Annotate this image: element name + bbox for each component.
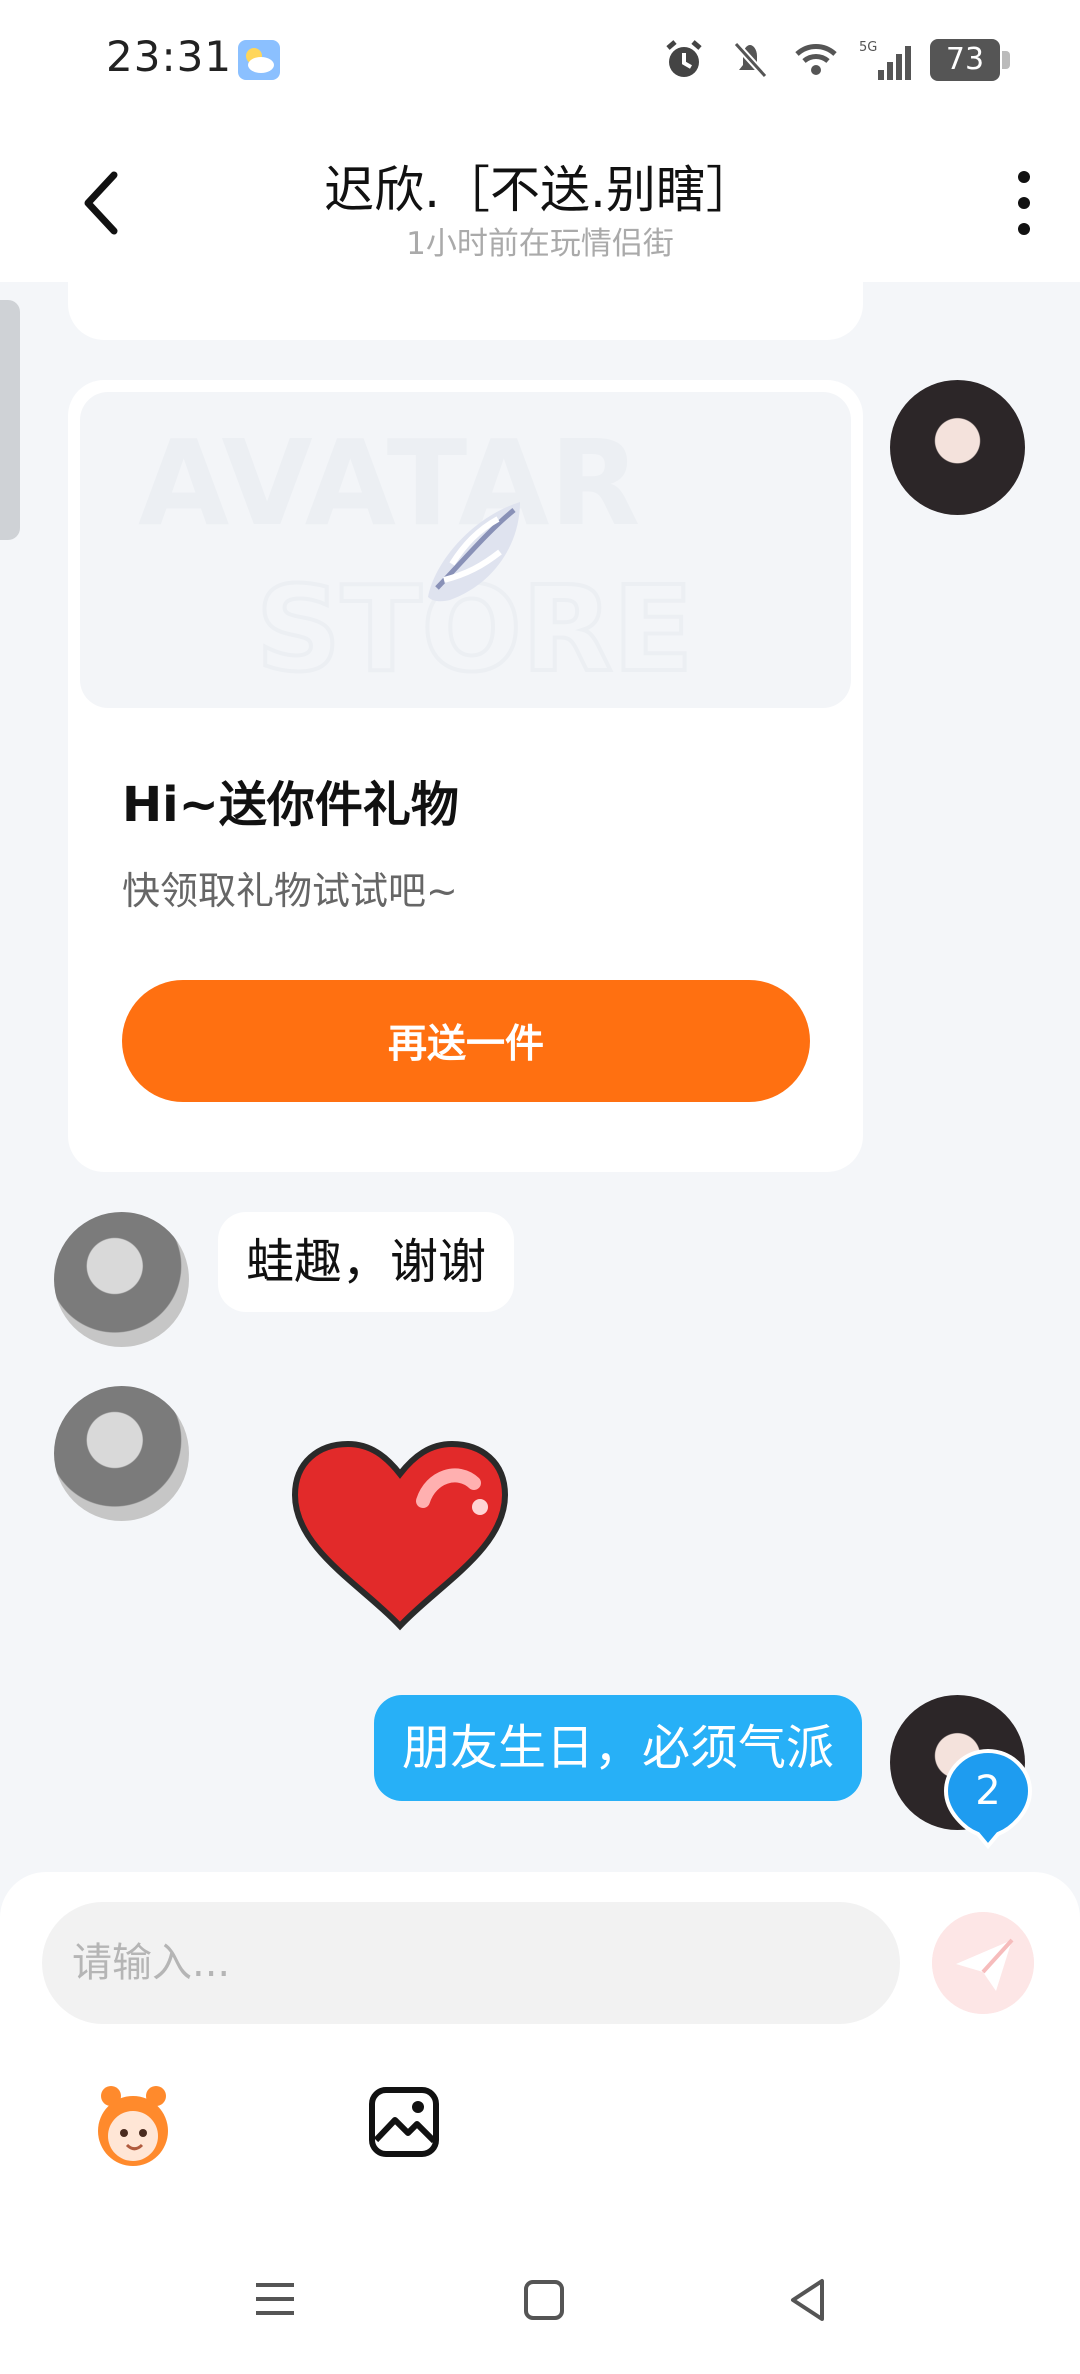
- other-user-avatar[interactable]: [54, 1212, 189, 1347]
- back-icon[interactable]: [786, 2276, 830, 2324]
- send-icon[interactable]: [932, 1912, 1034, 2014]
- image-icon[interactable]: [366, 2084, 442, 2160]
- wifi-icon: [795, 44, 837, 75]
- mute-icon: [733, 41, 768, 79]
- other-user-avatar[interactable]: [54, 1386, 189, 1521]
- send-another-gift-button[interactable]: 再送一件: [122, 980, 810, 1102]
- battery-tip: [1002, 51, 1010, 69]
- signal-icon: 5G: [859, 40, 911, 80]
- gift-banner: AVATAR STORE: [80, 392, 851, 708]
- previous-message-card: [68, 282, 863, 340]
- unread-count: 2: [975, 1768, 1001, 1814]
- more-vertical-icon[interactable]: [1004, 165, 1044, 241]
- alarm-icon: [666, 40, 702, 77]
- status-bar: 23:31 5G 73: [0, 0, 1080, 120]
- menu-icon[interactable]: [252, 2276, 298, 2322]
- status-time: 23:31: [106, 32, 233, 81]
- svg-text:AVATAR: AVATAR: [138, 414, 640, 552]
- received-message-bubble[interactable]: 蛙趣，谢谢: [218, 1212, 515, 1312]
- weather-icon: [238, 40, 280, 80]
- home-icon[interactable]: [522, 2278, 566, 2322]
- battery-icon: 73: [930, 39, 1010, 81]
- my-avatar[interactable]: [890, 380, 1025, 515]
- heart-sticker[interactable]: [282, 1438, 518, 1640]
- mascot-icon[interactable]: [84, 2078, 182, 2174]
- scrollbar[interactable]: [0, 300, 20, 540]
- feather-gift-icon: [428, 502, 520, 602]
- message-input[interactable]: [42, 1902, 900, 2024]
- gift-description: 快领取礼物试试吧~: [122, 869, 458, 913]
- network-label: 5G: [859, 40, 877, 55]
- gift-card: AVATAR STORE Hi~送你件礼物 快领取礼物试试吧~ 再送一件: [68, 380, 863, 1172]
- chat-header: 迟欣.［不送.别瞎］ 1小时前在玩情侣街: [0, 120, 1080, 282]
- chat-title: 迟欣.［不送.别瞎］: [324, 161, 756, 219]
- status-icons: 5G 73: [660, 28, 1010, 92]
- gift-title: Hi~送你件礼物: [122, 777, 459, 833]
- chat-subtitle: 1小时前在玩情侣街: [406, 226, 674, 262]
- sent-message-bubble[interactable]: 朋友生日，必须气派: [373, 1695, 862, 1801]
- battery-level: 73: [930, 39, 1000, 81]
